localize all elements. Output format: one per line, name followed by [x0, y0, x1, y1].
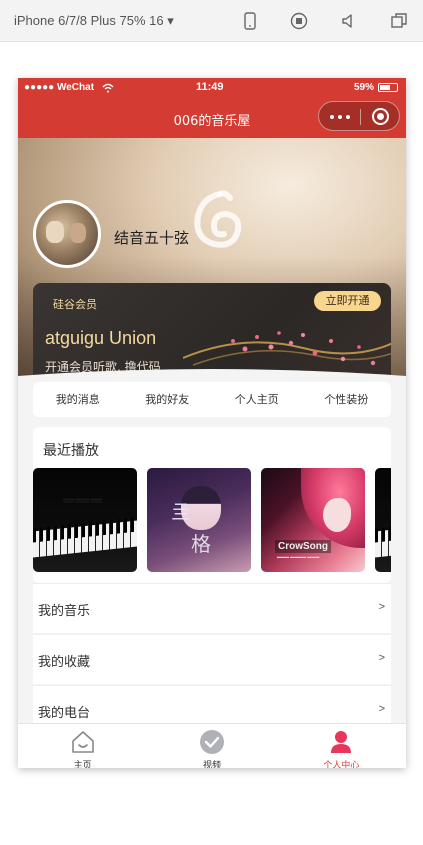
status-battery: 59% — [354, 82, 398, 93]
battery-percent: 59% — [353, 82, 374, 93]
list-item-label: 我的电台 — [38, 706, 91, 721]
more-icon[interactable] — [329, 115, 351, 119]
stop-icon[interactable] — [290, 12, 308, 30]
volume-icon[interactable] — [340, 12, 358, 30]
piano-album-cover[interactable]: ░░░░ ░░░░░ ░░░░ — [33, 468, 137, 572]
vip-card[interactable]: 硅谷会员 立即开通 atguigu Union 开通会员听歌, 撸代码 — [33, 283, 391, 376]
chevron-right-icon: > — [378, 703, 385, 715]
phone-simulator: ●●●●● WeChat 11:49 59% 006的音乐屋 结音五十弦 硅谷会… — [18, 78, 406, 768]
menu-my-friends[interactable]: 我的好友 — [123, 382, 213, 417]
anime-girl-album-cover[interactable]: 亖 格 — [147, 468, 251, 572]
devtools-toolbar: iPhone 6/7/8 Plus 75% 16 ▾ — [0, 0, 423, 42]
vip-open-button[interactable]: 立即开通 — [314, 291, 381, 311]
list-item-my-favorites[interactable]: 我的收藏 > — [33, 634, 391, 684]
list-item-my-radio[interactable]: 我的电台 > — [33, 685, 391, 723]
album-logo-sub: ▬▬▬ ▬▬▬▬ ▬▬▬ — [277, 554, 320, 559]
profile-cover: 结音五十弦 硅谷会员 立即开通 atguigu Union 开通会员听歌, 撸代… — [18, 138, 406, 376]
album-text-1: 亖 — [171, 500, 191, 524]
status-carrier: ●●●●● WeChat — [24, 82, 95, 93]
piano-black-keys — [375, 517, 391, 543]
miniprogram-capsule — [318, 101, 400, 131]
video-check-icon — [199, 730, 224, 754]
album-character-face — [323, 498, 351, 532]
phone-icon[interactable] — [241, 12, 259, 30]
chevron-right-icon: > — [378, 652, 385, 664]
list-item-label: 我的音乐 — [38, 604, 91, 619]
capsule-divider — [360, 109, 361, 125]
tab-personal-center[interactable]: 个人中心 — [277, 724, 406, 768]
tab-bar: 主页 视频 个人中心 — [18, 723, 406, 768]
device-select[interactable]: iPhone 6/7/8 Plus 75% 16 ▾ — [14, 13, 174, 29]
home-icon — [71, 731, 94, 753]
tab-label: 视频 — [202, 761, 221, 768]
tab-label: 个人中心 — [323, 761, 360, 768]
person-icon — [331, 731, 352, 753]
avatar[interactable] — [33, 200, 101, 268]
wifi-icon — [102, 83, 114, 93]
window-icon[interactable] — [390, 12, 408, 30]
tab-label: 主页 — [73, 761, 92, 768]
recent-play-section: 最近播放 ░░░░ ░░░░░ ░░░░ 亖 格 CrowSong ▬▬▬ ▬▬… — [33, 427, 391, 583]
crowsong-album-cover[interactable]: CrowSong ▬▬▬ ▬▬▬▬ ▬▬▬ — [261, 468, 365, 572]
menu-my-messages[interactable]: 我的消息 — [33, 382, 123, 417]
recent-play-title: 最近播放 — [43, 443, 99, 459]
tab-home[interactable]: 主页 — [18, 724, 147, 768]
album-caption: ░░░░ ░░░░░ ░░░░ — [63, 498, 103, 503]
list-item-my-music[interactable]: 我的音乐 > — [33, 583, 391, 633]
user-nickname[interactable]: 结音五十弦 — [114, 227, 189, 248]
recent-play-list[interactable]: ░░░░ ░░░░░ ░░░░ 亖 格 CrowSong ▬▬▬ ▬▬▬▬ ▬▬… — [33, 468, 391, 572]
album-logo: CrowSong — [275, 540, 331, 553]
album-text-2: 格 — [191, 532, 211, 556]
close-miniprogram-icon[interactable] — [372, 108, 389, 125]
tab-video[interactable]: 视频 — [147, 724, 276, 768]
list-item-label: 我的收藏 — [38, 655, 91, 670]
status-bar: ●●●●● WeChat 11:49 59% — [18, 78, 406, 98]
battery-icon — [378, 83, 398, 92]
menu-my-homepage[interactable]: 个人主页 — [212, 382, 302, 417]
page-content[interactable]: 结音五十弦 硅谷会员 立即开通 atguigu Union 开通会员听歌, 撸代… — [18, 138, 406, 723]
vip-label: 硅谷会员 — [53, 298, 97, 311]
navigation-bar: 006的音乐屋 — [18, 98, 406, 138]
vip-title: atguigu Union — [45, 328, 157, 348]
profile-menu: 我的消息 我的好友 个人主页 个性装扮 — [33, 382, 391, 417]
netease-music-logo — [194, 190, 242, 248]
piano-album-cover[interactable] — [375, 468, 391, 572]
menu-personal-dress[interactable]: 个性装扮 — [302, 382, 392, 417]
chevron-right-icon: > — [378, 601, 385, 613]
status-time: 11:49 — [196, 81, 224, 93]
